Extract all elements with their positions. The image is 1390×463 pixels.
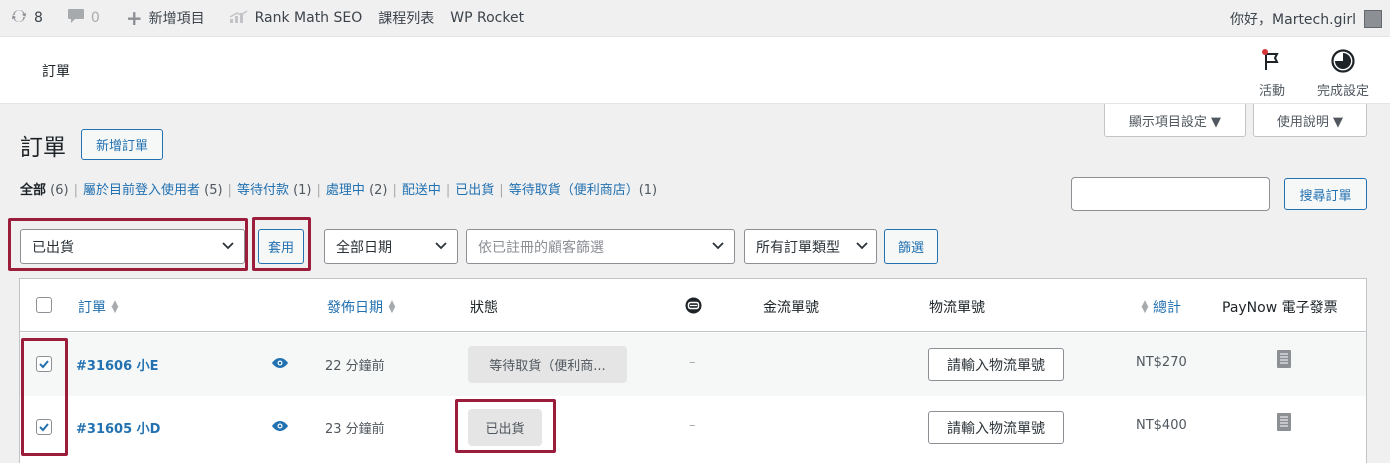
preview-eye-icon[interactable] <box>271 357 289 369</box>
wc-header: 訂單 活動 完成設定 <box>0 37 1390 104</box>
screen-options-label: 顯示項目設定 ▼ <box>1128 114 1222 130</box>
rank-math-icon <box>229 9 249 28</box>
column-invoice: PayNow 電子發票 <box>1222 300 1338 316</box>
chevron-down-icon <box>712 242 724 250</box>
comments-count: 0 <box>90 10 100 26</box>
column-order[interactable]: 訂單 ▲ ▼ <box>78 297 120 317</box>
filter-label: 篩選 <box>897 241 924 256</box>
setup-label: 完成設定 <box>1317 84 1370 99</box>
orders-table: 訂單 ▲ ▼ 發佈日期 ▲ ▼ 狀態 金流單號 物流單號 ▲ ▼ 總計 PayNow 電子發… <box>19 278 1367 463</box>
wp-rocket-label: WP Rocket <box>450 10 525 26</box>
view-shipped[interactable]: 已出貨 <box>455 183 494 198</box>
updates-count: 8 <box>34 10 43 26</box>
new-content-label: 新增項目 <box>148 11 205 27</box>
date-filter-select[interactable]: 全部日期 <box>324 229 458 264</box>
activity-button[interactable]: 活動 <box>1259 45 1285 99</box>
customer-filter-select[interactable]: 依已註冊的顧客篩選 <box>466 229 735 264</box>
wp-rocket-menu[interactable]: WP Rocket <box>442 0 532 37</box>
comment-icon <box>67 8 85 28</box>
progress-circle-icon <box>1330 45 1356 77</box>
filter-button[interactable]: 篩選 <box>884 229 938 264</box>
view-pending[interactable]: 等待付款 <box>237 183 289 198</box>
status-badge: 已出貨 <box>468 409 542 446</box>
row-checkbox[interactable] <box>36 419 52 435</box>
greeting-text: 你好，Martech.girl <box>1230 11 1356 28</box>
customer-filter-placeholder: 依已註冊的顧客篩選 <box>478 239 604 256</box>
select-all-checkbox[interactable] <box>36 297 52 313</box>
courses-menu[interactable]: 課程列表 <box>370 0 442 37</box>
table-row[interactable]: #31605 小D 23 分鐘前 已出貨 – 請輸入物流單號 NT$400 <box>20 396 1366 459</box>
setup-button[interactable]: 完成設定 <box>1317 45 1369 99</box>
view-processing[interactable]: 處理中 <box>326 183 365 198</box>
view-awaiting-pickup[interactable]: 等待取貨（便利商店） <box>509 183 639 198</box>
search-orders-button[interactable]: 搜尋訂單 <box>1284 178 1367 210</box>
order-total: NT$270 <box>1136 355 1187 370</box>
apply-button[interactable]: 套用 <box>258 229 304 264</box>
bulk-action-select[interactable]: 已出貨 <box>20 229 245 264</box>
plus-icon: + <box>125 6 143 30</box>
help-button[interactable]: 使用說明 ▼ <box>1253 104 1367 137</box>
avatar <box>1364 9 1382 28</box>
invoice-document-icon[interactable] <box>1277 350 1291 368</box>
column-payment-no: 金流單號 <box>763 300 819 316</box>
chevron-down-icon <box>222 242 234 250</box>
admin-bar: 8 0 + 新增項目 Rank Math SEO 課程列表 WP Rocket … <box>0 0 1390 37</box>
view-shipping[interactable]: 配送中 <box>402 183 441 198</box>
rank-math-label: Rank Math SEO <box>254 10 363 26</box>
order-date: 23 分鐘前 <box>325 422 385 437</box>
add-order-button[interactable]: 新增訂單 <box>81 129 163 160</box>
column-status: 狀態 <box>470 300 498 316</box>
order-total: NT$400 <box>1136 418 1187 433</box>
order-link[interactable]: #31605 小D <box>76 418 160 437</box>
flag-icon <box>1260 45 1284 77</box>
column-shipping-icon <box>685 297 702 314</box>
table-header: 訂單 ▲ ▼ 發佈日期 ▲ ▼ 狀態 金流單號 物流單號 ▲ ▼ 總計 PayNow 電子發… <box>20 279 1366 332</box>
preview-eye-icon[interactable] <box>271 420 289 432</box>
column-date[interactable]: 發佈日期 ▲ ▼ <box>327 297 397 317</box>
status-badge: 等待取貨（便利商... <box>468 346 627 383</box>
order-date: 22 分鐘前 <box>325 359 385 374</box>
courses-label: 課程列表 <box>378 11 435 27</box>
order-link[interactable]: #31606 小E <box>76 355 159 374</box>
comments-menu[interactable]: 0 <box>59 0 108 37</box>
tracking-number-input[interactable]: 請輸入物流單號 <box>928 348 1064 381</box>
updates-icon <box>10 7 28 29</box>
table-row[interactable]: #31606 小E 22 分鐘前 等待取貨（便利商... – 請輸入物流單號 N… <box>20 333 1366 396</box>
view-all[interactable]: 全部 (6) <box>20 183 69 198</box>
help-label: 使用說明 ▼ <box>1276 114 1344 130</box>
updates-menu[interactable]: 8 <box>0 0 51 37</box>
date-filter-value: 全部日期 <box>336 239 392 256</box>
new-content-menu[interactable]: + 新增項目 <box>118 0 213 37</box>
shipping-value: – <box>689 418 696 433</box>
sort-icon: ▲ ▼ <box>1141 299 1149 315</box>
search-input[interactable] <box>1071 177 1270 211</box>
my-account-menu[interactable]: 你好，Martech.girl <box>1230 0 1390 37</box>
screen-options-button[interactable]: 顯示項目設定 ▼ <box>1104 104 1246 137</box>
sort-icon: ▲ ▼ <box>388 299 396 315</box>
page-title: 訂單 <box>20 135 66 161</box>
search-orders-label: 搜尋訂單 <box>1299 188 1352 204</box>
shipping-icon <box>685 297 702 314</box>
invoice-document-icon[interactable] <box>1277 413 1291 431</box>
chevron-down-icon <box>435 242 447 250</box>
tracking-number-input[interactable]: 請輸入物流單號 <box>928 411 1064 444</box>
header-title: 訂單 <box>42 64 70 80</box>
rank-math-menu[interactable]: Rank Math SEO <box>221 0 371 37</box>
shipping-value: – <box>689 355 696 370</box>
bulk-action-value: 已出貨 <box>32 239 74 256</box>
chevron-down-icon <box>856 242 868 250</box>
row-checkbox[interactable] <box>36 356 52 372</box>
column-total[interactable]: ▲ ▼ 總計 <box>1140 297 1181 317</box>
add-order-label: 新增訂單 <box>95 139 148 154</box>
column-tracking-no: 物流單號 <box>929 300 985 316</box>
order-type-select[interactable]: 所有訂單類型 <box>744 229 877 264</box>
view-mine[interactable]: 屬於目前登入使用者 <box>83 183 200 198</box>
apply-label: 套用 <box>267 241 294 256</box>
activity-label: 活動 <box>1259 84 1286 99</box>
sort-icon: ▲ ▼ <box>111 299 119 315</box>
status-views: 全部 (6) | 屬於目前登入使用者 (5) | 等待付款 (1) | 處理中 (2) | 配送… <box>20 183 658 198</box>
order-type-value: 所有訂單類型 <box>756 239 840 256</box>
